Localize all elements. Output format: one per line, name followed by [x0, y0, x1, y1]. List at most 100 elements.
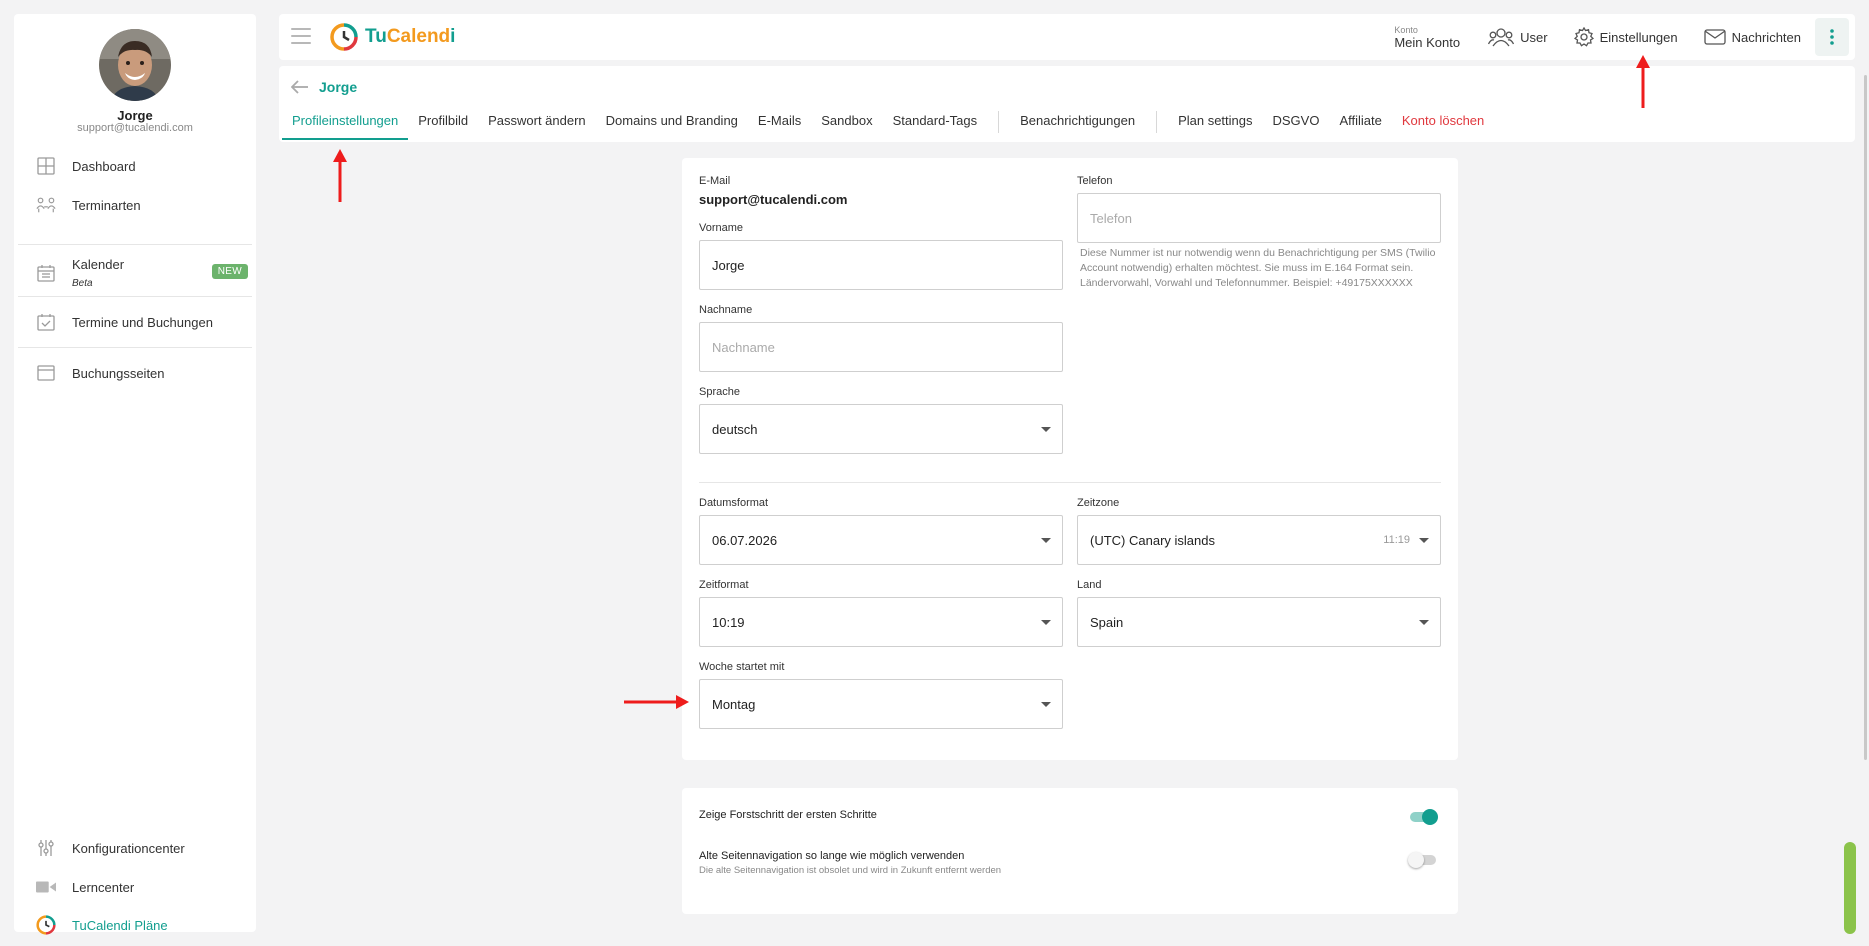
page-title: Jorge: [319, 79, 358, 95]
language-label: Sprache: [699, 386, 740, 398]
tab-dsgvo[interactable]: DSGVO: [1263, 104, 1330, 140]
tab-affiliate[interactable]: Affiliate: [1329, 104, 1391, 140]
dateformat-value: 06.07.2026: [712, 532, 778, 548]
annotation-arrow-up: [333, 149, 347, 202]
back-link[interactable]: Jorge: [291, 79, 357, 95]
browser-window-icon: [36, 363, 56, 383]
hamburger-menu-icon[interactable]: [291, 28, 311, 46]
sidebar-item-terminarten[interactable]: Terminarten: [14, 186, 256, 224]
users-icon: [1488, 28, 1515, 47]
lastname-label: Nachname: [699, 304, 753, 316]
dropdown-caret-icon: [1041, 538, 1051, 543]
sidebar-item-termine-und-buchungen[interactable]: Termine und Buchungen: [14, 303, 256, 341]
tab-plan-settings[interactable]: Plan settings: [1168, 104, 1262, 140]
profile-settings-card: E-Mail support@tucalendi.com Telefon Tel…: [682, 158, 1458, 760]
settings-link[interactable]: Einstellungen: [1573, 27, 1678, 47]
weekstart-label: Woche startet mit: [699, 661, 785, 673]
timezone-label: Zeitzone: [1077, 497, 1120, 509]
email-value: support@tucalendi.com: [699, 192, 848, 207]
new-badge: NEW: [211, 264, 248, 279]
page-scrollbar[interactable]: [1864, 75, 1867, 760]
sidebar-item-label: Terminarten: [72, 197, 141, 213]
timezone-value: (UTC) Canary islands: [1090, 532, 1215, 548]
feedback-tab[interactable]: [1844, 842, 1856, 934]
user-email: support@tucalendi.com: [77, 122, 193, 134]
avatar[interactable]: [99, 29, 171, 101]
form-divider: [699, 482, 1441, 483]
firstname-input[interactable]: Jorge: [699, 240, 1063, 290]
sidebar-item-label: TuCalendi Pläne: [72, 917, 168, 933]
logo-text: TuCalendi: [365, 26, 456, 47]
messages-link[interactable]: Nachrichten: [1703, 29, 1801, 45]
sidebar-item-label: Kalender: [72, 257, 125, 272]
tab-profileinstellungen[interactable]: Profileinstellungen: [282, 104, 409, 140]
more-options-button[interactable]: [1815, 18, 1849, 56]
dropdown-caret-icon: [1419, 538, 1429, 543]
sidebar-divider: [18, 296, 252, 297]
country-value: Spain: [1090, 614, 1124, 630]
settings-label: Einstellungen: [1599, 29, 1678, 45]
language-select[interactable]: deutsch: [699, 404, 1063, 454]
timeformat-select[interactable]: 10:19: [699, 597, 1063, 647]
top-header: TuCalendi Konto Mein Konto User Einstell…: [279, 14, 1855, 60]
dashboard-grid-icon: [36, 156, 56, 176]
language-value: deutsch: [712, 421, 758, 437]
sidebar-item-tucalendi-plaene[interactable]: TuCalendi Pläne: [14, 906, 256, 944]
sidebar-item-label: Konfigurationcenter: [72, 840, 185, 856]
gear-icon: [1573, 27, 1594, 47]
arrow-left-icon: [291, 80, 308, 94]
envelope-icon: [1703, 29, 1726, 45]
weekstart-select[interactable]: Montag: [699, 679, 1063, 729]
beta-label: Beta: [72, 278, 93, 289]
progress-toggle-label: Zeige Forstschritt der ersten Schritte: [699, 809, 877, 821]
sidebar-item-kalender[interactable]: Kalender Beta NEW: [14, 253, 256, 293]
annotation-arrow-up: [1636, 55, 1650, 108]
tab-domains-und-branding[interactable]: Domains und Branding: [596, 104, 748, 140]
country-select[interactable]: Spain: [1077, 597, 1441, 647]
email-label: E-Mail: [699, 175, 731, 187]
navigation-options-card: Zeige Forstschritt der ersten Schritte A…: [682, 788, 1458, 914]
tab-separator: [998, 111, 1000, 133]
account-menu[interactable]: Konto Mein Konto: [1394, 25, 1460, 50]
dateformat-select[interactable]: 06.07.2026: [699, 515, 1063, 565]
video-camera-icon: [36, 877, 56, 897]
tab-sandbox[interactable]: Sandbox: [811, 104, 882, 140]
timezone-select[interactable]: (UTC) Canary islands 11:19: [1077, 515, 1441, 565]
dropdown-caret-icon: [1419, 620, 1429, 625]
toggle-knob: [1422, 809, 1438, 825]
sidebar-item-dashboard[interactable]: Dashboard: [14, 147, 256, 185]
sidebar-divider: [18, 347, 252, 348]
progress-toggle[interactable]: [1410, 809, 1438, 825]
old-navigation-toggle[interactable]: [1408, 852, 1436, 868]
app-logo[interactable]: TuCalendi: [329, 22, 455, 52]
dropdown-caret-icon: [1041, 427, 1051, 432]
sidebar-item-lerncenter[interactable]: Lerncenter: [14, 868, 256, 906]
phone-input[interactable]: Telefon: [1077, 193, 1441, 243]
dropdown-caret-icon: [1041, 702, 1051, 707]
phone-help-text: Diese Nummer ist nur notwendig wenn du B…: [1080, 247, 1436, 289]
account-main-label: Mein Konto: [1394, 34, 1461, 50]
calendar-icon: [36, 263, 56, 283]
annotation-arrow-right: [624, 695, 689, 709]
lastname-input[interactable]: Nachname: [699, 322, 1063, 372]
tab-profilbild[interactable]: Profilbild: [408, 104, 478, 140]
user-link[interactable]: User: [1488, 27, 1548, 47]
user-label: User: [1520, 29, 1548, 45]
page-header: Jorge Profileinstellungen Profilbild Pas…: [279, 66, 1855, 142]
sidebar-item-buchungsseiten[interactable]: Buchungsseiten: [14, 354, 256, 392]
tucalendi-logo-icon: [36, 915, 56, 935]
account-small-label: Konto: [1394, 24, 1418, 35]
timeformat-value: 10:19: [712, 614, 745, 630]
timeformat-label: Zeitformat: [699, 579, 749, 591]
tab-e-mails[interactable]: E-Mails: [748, 104, 811, 140]
tab-standard-tags[interactable]: Standard-Tags: [883, 104, 988, 140]
messages-label: Nachrichten: [1731, 29, 1801, 45]
tab-konto-loeschen[interactable]: Konto löschen: [1392, 104, 1494, 140]
sidebar-item-label: Termine und Buchungen: [72, 314, 213, 330]
sidebar-item-konfigurationcenter[interactable]: Konfigurationcenter: [14, 829, 256, 867]
firstname-label: Vorname: [699, 222, 744, 234]
tab-passwort-aendern[interactable]: Passwort ändern: [478, 104, 596, 140]
timezone-current-time: 11:19: [1383, 534, 1410, 546]
tab-benachrichtigungen[interactable]: Benachrichtigungen: [1010, 104, 1145, 140]
sidebar-item-label: Lerncenter: [72, 879, 135, 895]
